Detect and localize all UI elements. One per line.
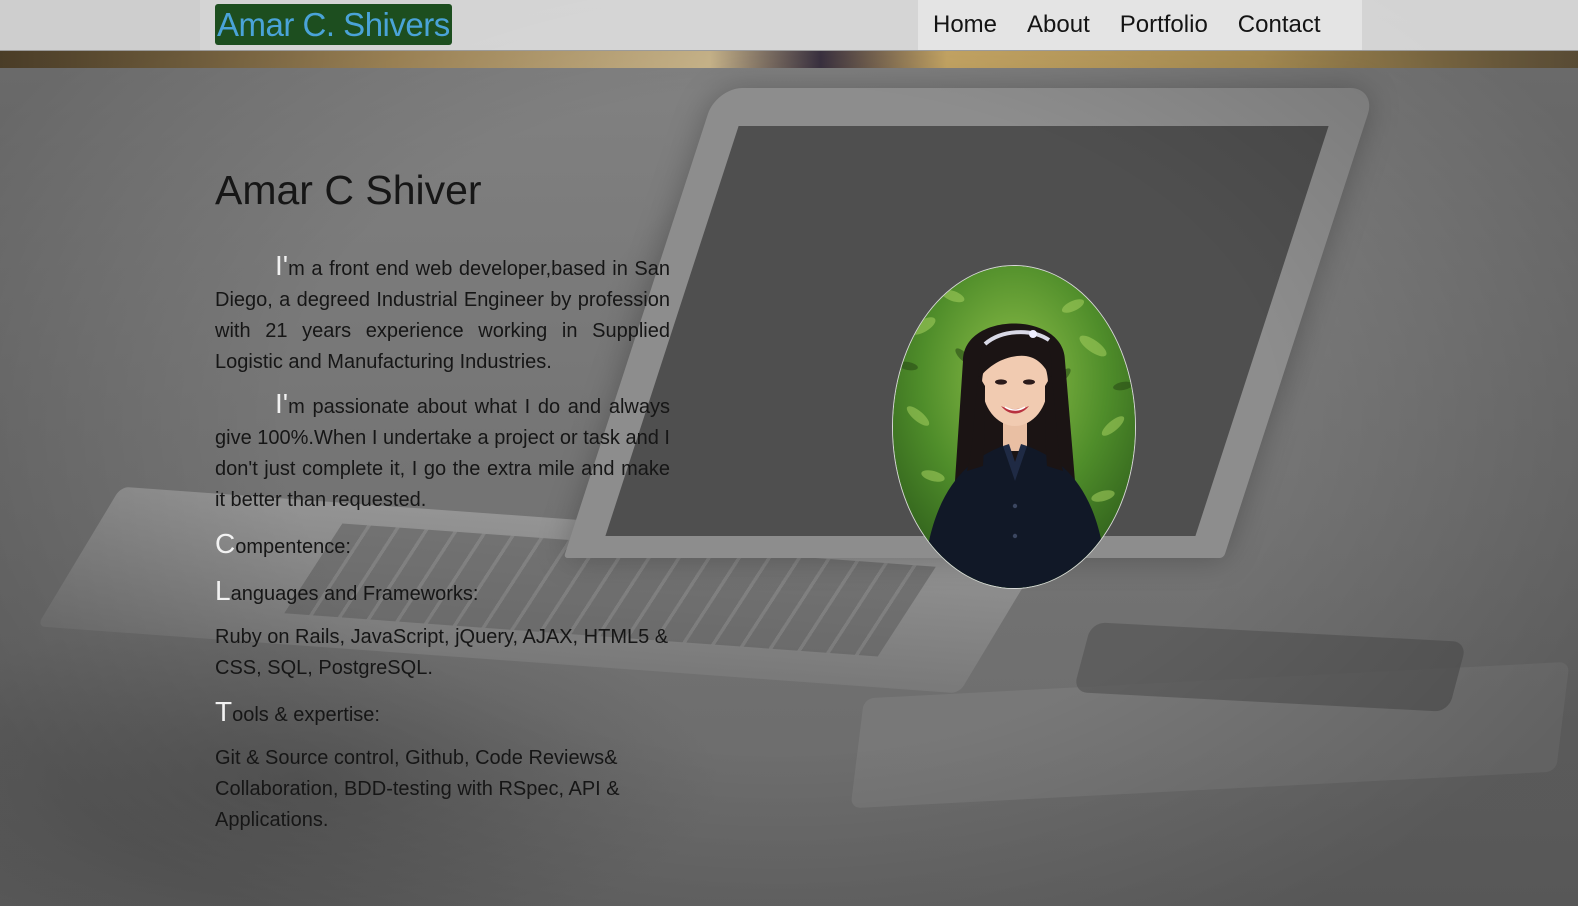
languages-list: Ruby on Rails, JavaScript, jQuery, AJAX,…: [215, 626, 669, 679]
site-header: Amar C. Shivers Home About Portfolio Con…: [0, 0, 1578, 51]
profile-photo: [892, 265, 1136, 589]
drop-cap: L: [215, 575, 231, 606]
tools-heading: Tools & expertise:: [215, 696, 670, 731]
languages-heading: Languages and Frameworks:: [215, 575, 670, 610]
competence-heading-text: ompentence:: [235, 536, 351, 558]
nav-home-link[interactable]: Home: [933, 11, 997, 39]
nav-about-link[interactable]: About: [1027, 11, 1090, 39]
tools-heading-text: ools & expertise:: [232, 704, 380, 726]
main-nav: Home About Portfolio Contact: [918, 0, 1336, 50]
languages-heading-text: anguages and Frameworks:: [230, 583, 479, 605]
competence-heading: Compentence:: [215, 528, 670, 563]
page-title: Amar C Shiver: [215, 167, 482, 213]
drop-cap: T: [215, 696, 233, 727]
tools-list: Git & Source control, Github, Code Revie…: [215, 747, 620, 831]
drop-cap: I': [275, 250, 289, 281]
drop-cap: C: [215, 528, 236, 559]
drop-cap: I': [275, 388, 289, 419]
nav-contact-link[interactable]: Contact: [1238, 11, 1321, 39]
brand-logo-link[interactable]: Amar C. Shivers: [215, 4, 452, 45]
nav-portfolio-link[interactable]: Portfolio: [1120, 11, 1208, 39]
intro-paragraph: I'm a front end web developer,based in S…: [215, 250, 670, 378]
passion-paragraph: I'm passionate about what I do and alway…: [215, 388, 670, 516]
about-section: Amar C Shiver I'm a front end web develo…: [215, 160, 670, 846]
profile-portrait-illustration: [893, 266, 1135, 588]
header-left-shade: [0, 0, 200, 50]
